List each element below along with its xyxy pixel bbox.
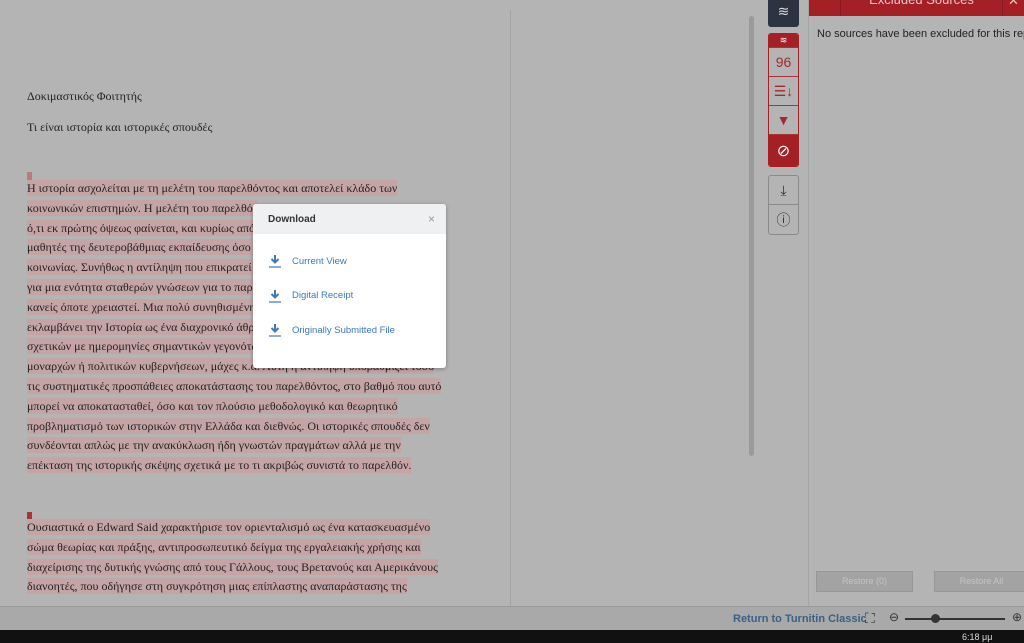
zoom-slider[interactable]: [905, 618, 1005, 620]
sort-button[interactable]: ☰↓: [769, 77, 798, 106]
text-line: προβληματισμό των ιστορικών στην Ελλάδα …: [27, 417, 430, 434]
highlighted-text[interactable]: ό,τι εκ πρώτης όψεως φαίνεται, και κυρίω…: [27, 219, 263, 236]
highlighted-text[interactable]: Ουσιαστικά ο Edward Said χαρακτήρισε τον…: [27, 519, 431, 535]
download-option[interactable]: Current View: [269, 254, 347, 268]
similarity-score: 96: [775, 54, 792, 70]
close-panel-button[interactable]: ✕: [1002, 0, 1024, 16]
exclude-icon: ⊘: [776, 143, 791, 160]
highlighted-text[interactable]: τις συστηματικές προσπάθειες αποκατάστασ…: [27, 378, 442, 394]
close-icon[interactable]: ×: [428, 212, 435, 226]
doc-author: Δοκιμαστικός Φοιτητής: [27, 89, 142, 103]
utility-toolbar: ⤓ ⓘ: [768, 175, 799, 235]
download-button[interactable]: ⤓: [769, 176, 798, 205]
download-modal: Download × Current View Digital Receipt Or…: [253, 204, 446, 368]
text-line: σώμα θεωρίας και πράξης, αντιπροσωπευτικ…: [27, 538, 421, 555]
scrollbar[interactable]: [749, 16, 754, 456]
download-icon: [269, 323, 281, 337]
text-line: κοινωνίας. Συνήθως η αντίληψη που επικρα…: [27, 259, 260, 276]
highlighted-text[interactable]: διανοητές, που οδήγησε στη συγκρότηση μι…: [27, 578, 407, 595]
filter-icon: ▼: [776, 112, 791, 128]
download-icon: [269, 254, 281, 268]
download-option[interactable]: Digital Receipt: [269, 289, 353, 303]
zoom-out-icon[interactable]: ⊖: [889, 610, 899, 624]
highlighted-text[interactable]: κοινωνικών επιστημών. Η μελέτη του παρελ…: [27, 199, 259, 216]
download-option-label: Digital Receipt: [292, 290, 354, 301]
text-line: κανείς όποτε χρειαστεί. Μια πολύ συνηθισ…: [27, 298, 256, 315]
restore-all-button[interactable]: Restore All: [934, 571, 1024, 592]
return-to-classic-link[interactable]: Return to Turnitin Classic: [733, 613, 867, 625]
text-line: επέκταση της ιστορικής σκέψης σχετικά με…: [27, 457, 412, 474]
text-line: εκλαμβάνει την Ιστορία ως ένα διαχρονικό…: [27, 318, 264, 335]
highlighted-text[interactable]: μπορεί να αποκατασταθεί, όσο και τον πλο…: [27, 397, 398, 414]
highlighted-text[interactable]: διαχείρισης της δυτικής γνώσης από τους …: [27, 558, 438, 575]
highlighted-text[interactable]: εκλαμβάνει την Ιστορία ως ένα διαχρονικό…: [27, 318, 264, 335]
text-line: κοινωνικών επιστημών. Η μελέτη του παρελ…: [27, 199, 259, 216]
excluded-sources-panel: Excluded Sources ✕ No sources have been …: [808, 0, 1024, 606]
restore-button[interactable]: Restore (0): [816, 571, 913, 592]
layers-icon: ≋: [777, 3, 790, 19]
panel-header: Excluded Sources ✕: [809, 0, 1024, 16]
exclude-button[interactable]: ⊘: [769, 135, 798, 166]
layers-button[interactable]: ≋: [768, 0, 799, 27]
match-marker[interactable]: [27, 172, 32, 180]
download-option[interactable]: Originally Submitted File: [269, 323, 395, 337]
text-line: συνδέονται απλώς με την ανακύκλωση ήδη γ…: [27, 437, 401, 454]
text-line: Η ιστορία ασχολείται με τη μελέτη του πα…: [27, 180, 398, 196]
info-icon: ⓘ: [776, 211, 791, 228]
modal-header: Download ×: [253, 204, 446, 234]
text-line: για μια ενότητα σταθερών γνώσεων για το …: [27, 279, 264, 295]
highlighted-text[interactable]: επέκταση της ιστορικής σκέψης σχετικά με…: [27, 457, 412, 474]
highlighted-text[interactable]: σχετικών με ημερομηνίες σημαντικών γεγον…: [27, 338, 265, 355]
download-option-label: Originally Submitted File: [292, 324, 395, 336]
zoom-in-icon[interactable]: ⊕: [1012, 610, 1022, 624]
text-line: μαθητές της δευτεροβάθμιας εκπαίδευσης ό…: [27, 239, 260, 256]
highlighted-text[interactable]: συνδέονται απλώς με την ανακύκλωση ήδη γ…: [27, 437, 401, 454]
highlighted-text[interactable]: κοινωνίας. Συνήθως η αντίληψη που επικρα…: [27, 259, 260, 276]
text-line: διανοητές, που οδήγησε στη συγκρότηση μι…: [27, 578, 407, 595]
highlighted-text[interactable]: για μια ενότητα σταθερών γνώσεων για το …: [27, 279, 264, 295]
text-line: διαχείρισης της δυτικής γνώσης από τους …: [27, 558, 438, 575]
os-taskbar: 6:18 μμ: [0, 630, 1024, 643]
panel-title: Excluded Sources: [841, 0, 1002, 16]
download-icon: [269, 289, 281, 303]
doc-title: Τι είναι ιστορία και ιστορικές σπουδές: [27, 120, 213, 134]
panel-message: No sources have been excluded for this r…: [817, 28, 1024, 40]
download-icon: ⤓: [780, 181, 787, 198]
text-line: μπορεί να αποκατασταθεί, όσο και τον πλο…: [27, 397, 398, 414]
text-line: σχετικών με ημερομηνίες σημαντικών γεγον…: [27, 338, 265, 355]
highlighted-text[interactable]: Η ιστορία ασχολείται με τη μελέτη του πα…: [27, 180, 398, 196]
highlighted-text[interactable]: μαθητές της δευτεροβάθμιας εκπαίδευσης ό…: [27, 239, 260, 256]
modal-title: Download: [268, 213, 316, 225]
match-toolbar: ≋ 96 ☰↓ ▼ ⊘: [768, 33, 799, 167]
clock: 6:18 μμ: [962, 632, 993, 642]
download-option-label: Current View: [292, 255, 347, 267]
highlighted-text[interactable]: κανείς όποτε χρειαστεί. Μια πολύ συνηθισ…: [27, 298, 256, 315]
fullscreen-icon[interactable]: ⛶: [865, 610, 875, 627]
highlighted-text[interactable]: σώμα θεωρίας και πράξης, αντιπροσωπευτικ…: [27, 538, 421, 555]
similarity-score-button[interactable]: 96: [769, 48, 798, 77]
filter-button[interactable]: ▼: [769, 106, 798, 135]
layers-icon[interactable]: ≋: [769, 34, 798, 48]
text-line: Ουσιαστικά ο Edward Said χαρακτήρισε τον…: [27, 519, 431, 535]
sort-icon: ☰↓: [773, 82, 794, 99]
text-line: τις συστηματικές προσπάθειες αποκατάστασ…: [27, 378, 442, 394]
bottom-bar: Return to Turnitin Classic ⛶ ⊖ ⊕: [0, 606, 1024, 630]
page-divider: [510, 10, 511, 606]
highlighted-text[interactable]: προβληματισμό των ιστορικών στην Ελλάδα …: [27, 417, 430, 434]
zoom-slider-handle[interactable]: [930, 614, 940, 623]
text-line: ό,τι εκ πρώτης όψεως φαίνεται, και κυρίω…: [27, 219, 263, 236]
info-button[interactable]: ⓘ: [769, 205, 798, 234]
